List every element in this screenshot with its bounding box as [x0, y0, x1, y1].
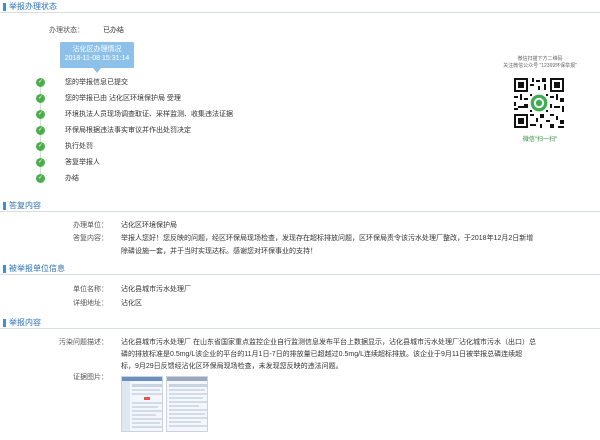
timeline-step-label: 您的举报已由 沾化区环境保护局 受理 [65, 95, 181, 102]
unit-name-label: 单位名称： [73, 286, 108, 293]
reply-content-label: 答复内容： [73, 235, 108, 242]
section-marker [3, 319, 6, 327]
reply-line: 举报人您好！您反映的问题，经区环保局现场检查，发现存在超标排放问题，区环保局责令… [121, 235, 534, 242]
check-icon: ✓ [36, 126, 45, 135]
screenshot-image-icon [167, 377, 207, 427]
problem-desc-text: 沾化县城市污水处理厂 在山东省国家重点监控企业自行监测信息发布平台上数据显示，沾… [121, 338, 593, 372]
check-icon: ✓ [36, 78, 45, 87]
desc-line: 标，9月29日反馈经沾化区环保局现场检查，未发现您反映的违法问题。 [121, 363, 343, 370]
reply-section-header: 答复内容 [0, 200, 600, 212]
check-icon: ✓ [36, 110, 45, 119]
section-marker [3, 3, 6, 11]
handling-unit-value: 沾化区环境保护局 [121, 222, 177, 229]
qr-caption-top: 微信扫描下方二维码 [517, 56, 563, 62]
evidence-image-thumbnail[interactable] [121, 376, 163, 432]
qr-panel: 微信扫描下方二维码 关注微信公众号 "12369环保举报" 微信"扫一扫" [500, 56, 580, 156]
timeline-step-label: 环境执法人员现场调查取证、采样监测、收集违法证据 [65, 111, 233, 118]
check-icon: ✓ [36, 158, 45, 167]
qr-code-icon[interactable] [512, 76, 566, 130]
status-box-time: 2018-11-08 15:31:14 [64, 55, 130, 62]
qr-caption-sub: 关注微信公众号 "12369环保举报" [503, 63, 577, 69]
timeline-step-label: 答复举报人 [65, 159, 100, 166]
unit-name-value: 沾化县城市污水处理厂 [121, 286, 191, 293]
evidence-label: 证据图片： [73, 374, 108, 381]
status-box: 沾化区办理情况 2018-11-08 15:31:14 [60, 42, 134, 73]
divider [0, 328, 600, 329]
handling-unit-label: 办理单位： [73, 222, 108, 229]
reply-content-text: 举报人您好！您反映的问题，经区环保局现场检查，发现存在超标排放问题，区环保局责令… [121, 234, 591, 257]
reply-section-title: 答复内容 [9, 201, 41, 210]
address-value: 沾化区 [121, 300, 142, 307]
reported-section-header: 被举报单位信息 [0, 263, 600, 275]
qr-caption-bottom: 微信"扫一扫" [522, 137, 558, 143]
address-label: 详细地址： [73, 300, 108, 307]
divider [0, 274, 600, 275]
status-section-header: 举报办理状态 [0, 1, 600, 13]
status-box-title: 沾化区办理情况 [72, 46, 122, 53]
status-value: 已办结 [103, 27, 124, 34]
screenshot-image-icon [122, 377, 162, 431]
section-marker [3, 265, 6, 273]
desc-line: 磷的排放标准是0.5mg/L该企业的平台的11月1日-7日的排放量已超越过0.5… [121, 351, 523, 358]
divider [0, 12, 600, 13]
evidence-image-thumbnail[interactable] [166, 376, 208, 432]
timeline-step-label: 环保局根据违法事实审议并作出处罚决定 [65, 127, 191, 134]
timeline-step-label: 办结 [65, 175, 79, 182]
report-section-header: 举报内容 [0, 317, 600, 329]
status-box-arrow [93, 68, 101, 73]
check-icon: ✓ [36, 174, 45, 183]
desc-line: 沾化县城市污水处理厂 在山东省国家重点监控企业自行监测信息发布平台上数据显示，沾… [121, 339, 536, 346]
reported-section-title: 被举报单位信息 [9, 264, 65, 273]
check-icon: ✓ [36, 142, 45, 151]
timeline-step-label: 执行处罚 [65, 143, 93, 150]
report-section-title: 举报内容 [9, 318, 41, 327]
check-icon: ✓ [36, 94, 45, 103]
divider [0, 211, 600, 212]
status-section-title: 举报办理状态 [9, 2, 57, 11]
reply-line: 除磷设施一套，并于当时实现达标。感谢您对环保事业的支持！ [121, 248, 317, 255]
section-marker [3, 202, 6, 210]
status-label: 办理状态： [49, 27, 84, 34]
timeline-step-label: 您的举报信息已提交 [65, 79, 128, 86]
problem-desc-label: 污染问题描述： [59, 339, 108, 346]
